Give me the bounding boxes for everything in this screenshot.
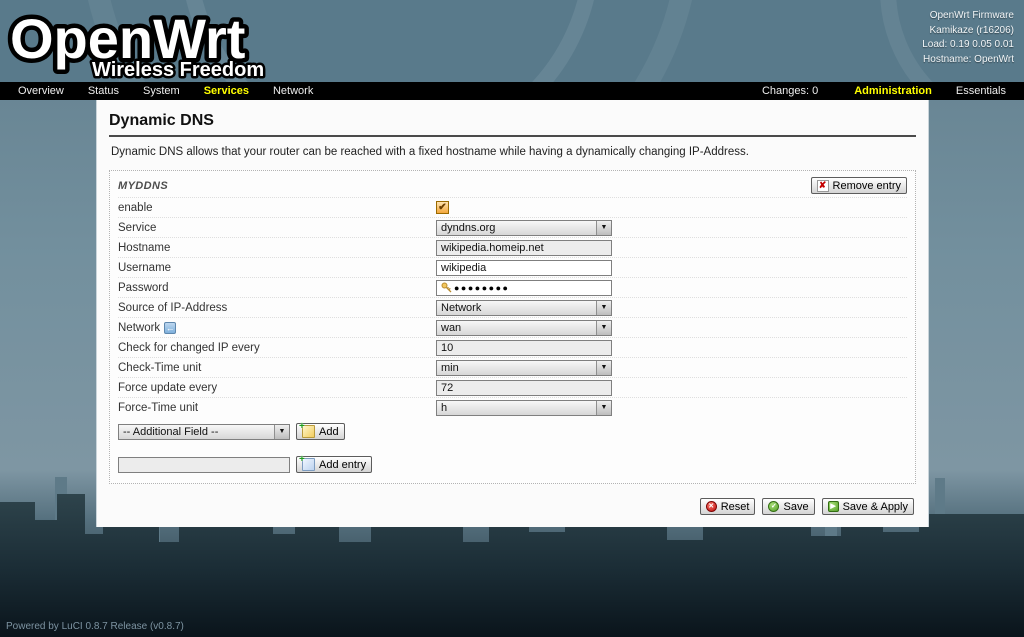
reset-button[interactable]: ✕ Reset xyxy=(699,498,756,515)
firmware-version: Kamikaze (r16206) xyxy=(929,24,1014,36)
nav-status[interactable]: Status xyxy=(76,85,131,97)
add-field-label: Add xyxy=(319,425,339,438)
form-row: Service dyndns.org ▼ xyxy=(118,217,907,237)
save-label: Save xyxy=(783,500,809,513)
additional-field-row: -- Additional Field -- ▼ + Add xyxy=(118,421,907,440)
field-label: enable xyxy=(118,201,153,214)
nav-network[interactable]: Network xyxy=(261,85,325,97)
form-row: Hostname wikipedia.homeip.net xyxy=(118,237,907,257)
field-label: Hostname xyxy=(118,241,171,254)
nav-administration[interactable]: Administration xyxy=(842,85,944,97)
remove-entry-label: Remove entry xyxy=(832,179,901,192)
remove-entry-button[interactable]: ✘ Remove entry xyxy=(810,177,907,194)
revert-icon[interactable]: ← xyxy=(164,321,177,334)
field-label: Service xyxy=(118,221,157,234)
logo-subtitle: Wireless Freedom xyxy=(92,59,264,81)
form-row: Check for changed IP every 10 xyxy=(118,337,907,357)
hostname-input[interactable]: wikipedia.homeip.net xyxy=(436,239,612,256)
add-entry-row: + Add entry xyxy=(118,454,907,473)
header-banner: OpenWrt Wireless Freedom OpenWrt Firmwar… xyxy=(0,0,1024,82)
add-field-button[interactable]: + Add xyxy=(296,421,345,440)
nav-right-group: Changes: 0 Administration Essentials xyxy=(738,85,1018,97)
new-entry-input[interactable] xyxy=(118,456,290,473)
form-row: Force update every 72 xyxy=(118,377,907,397)
enable-checkbox[interactable]: ✔ xyxy=(436,201,449,214)
add-entry-label: Add entry xyxy=(319,458,367,471)
field-label: Username xyxy=(118,261,172,274)
chevron-down-icon: ▼ xyxy=(596,400,611,415)
chevron-down-icon: ▼ xyxy=(596,220,611,235)
ddns-fieldset: MYDDNS ✘ Remove entry enable ✔ Service d… xyxy=(109,170,916,484)
firmware-info: OpenWrt Firmware Kamikaze (r16206) Load:… xyxy=(922,9,1014,67)
force-interval-input[interactable]: 72 xyxy=(436,379,612,396)
save-apply-button[interactable]: ▶ Save & Apply xyxy=(821,498,914,515)
add-entry-button[interactable]: + Add entry xyxy=(296,454,373,473)
form-row: Source of IP-Address Network ▼ xyxy=(118,297,907,317)
field-label: Force-Time unit xyxy=(118,401,199,414)
form-row: enable ✔ xyxy=(118,197,907,217)
nav-overview[interactable]: Overview xyxy=(6,85,76,97)
field-label: Check-Time unit xyxy=(118,361,202,374)
apply-icon: ▶ xyxy=(827,501,839,512)
content-panel: Dynamic DNS Dynamic DNS allows that your… xyxy=(97,100,928,527)
nav-changes[interactable]: Changes: 0 xyxy=(738,85,842,97)
save-button[interactable]: ✓ Save xyxy=(762,498,815,515)
force-unit-select[interactable]: h ▼ xyxy=(436,399,612,416)
save-icon: ✓ xyxy=(768,501,780,512)
key-icon xyxy=(441,282,452,293)
openwrt-logo: OpenWrt Wireless Freedom xyxy=(6,3,267,83)
additional-field-select[interactable]: -- Additional Field -- ▼ xyxy=(118,423,290,440)
ip-source-select[interactable]: Network ▼ xyxy=(436,299,612,316)
form-row: Password ●●●●●●●● xyxy=(118,277,907,297)
form-row: Username wikipedia xyxy=(118,257,907,277)
service-select[interactable]: dyndns.org ▼ xyxy=(436,219,612,236)
field-label: Check for changed IP every xyxy=(118,341,260,354)
save-apply-label: Save & Apply xyxy=(842,500,908,513)
chevron-down-icon: ▼ xyxy=(274,424,289,439)
nav-essentials[interactable]: Essentials xyxy=(944,85,1018,97)
fieldset-header: MYDDNS ✘ Remove entry xyxy=(118,174,907,197)
field-label: Force update every xyxy=(118,381,218,394)
form-rows: enable ✔ Service dyndns.org ▼ Hostname wi… xyxy=(118,197,907,417)
main-nav: Overview Status System Services Network … xyxy=(0,82,1024,100)
nav-services[interactable]: Services xyxy=(192,85,261,97)
hostname: Hostname: OpenWrt xyxy=(923,53,1014,65)
username-input[interactable]: wikipedia xyxy=(436,259,612,276)
form-row: Check-Time unit min ▼ xyxy=(118,357,907,377)
network-select[interactable]: wan ▼ xyxy=(436,319,612,336)
load-average: Load: 0.19 0.05 0.01 xyxy=(922,39,1014,50)
form-row: Force-Time unit h ▼ xyxy=(118,397,907,417)
reset-icon: ✕ xyxy=(705,501,717,512)
check-interval-input[interactable]: 10 xyxy=(436,339,612,356)
field-label: Source of IP-Address xyxy=(118,301,228,314)
remove-icon: ✘ xyxy=(816,179,829,192)
footer-credit: Powered by LuCI 0.8.7 Release (v0.8.7) xyxy=(6,621,184,632)
nav-system[interactable]: System xyxy=(131,85,192,97)
plus-icon: + xyxy=(299,421,305,432)
page-title: Dynamic DNS xyxy=(109,110,916,137)
section-name: MYDDNS xyxy=(118,179,169,192)
field-label: Password xyxy=(118,281,169,294)
additional-field-value: -- Additional Field -- xyxy=(123,425,219,438)
plus-icon: + xyxy=(299,454,305,465)
add-note-icon: + xyxy=(299,421,315,438)
chevron-down-icon: ▼ xyxy=(596,300,611,315)
page-description: Dynamic DNS allows that your router can … xyxy=(111,146,749,158)
chevron-down-icon: ▼ xyxy=(596,320,611,335)
action-buttons: ✕ Reset ✓ Save ▶ Save & Apply xyxy=(109,498,916,515)
check-unit-select[interactable]: min ▼ xyxy=(436,359,612,376)
form-row: Network ← wan ▼ xyxy=(118,317,907,337)
field-label: Network xyxy=(118,321,161,334)
password-input[interactable]: ●●●●●●●● xyxy=(436,279,612,296)
chevron-down-icon: ▼ xyxy=(596,360,611,375)
reset-label: Reset xyxy=(720,500,750,513)
add-entry-icon: + xyxy=(299,454,315,471)
firmware-name: OpenWrt Firmware xyxy=(929,10,1014,21)
